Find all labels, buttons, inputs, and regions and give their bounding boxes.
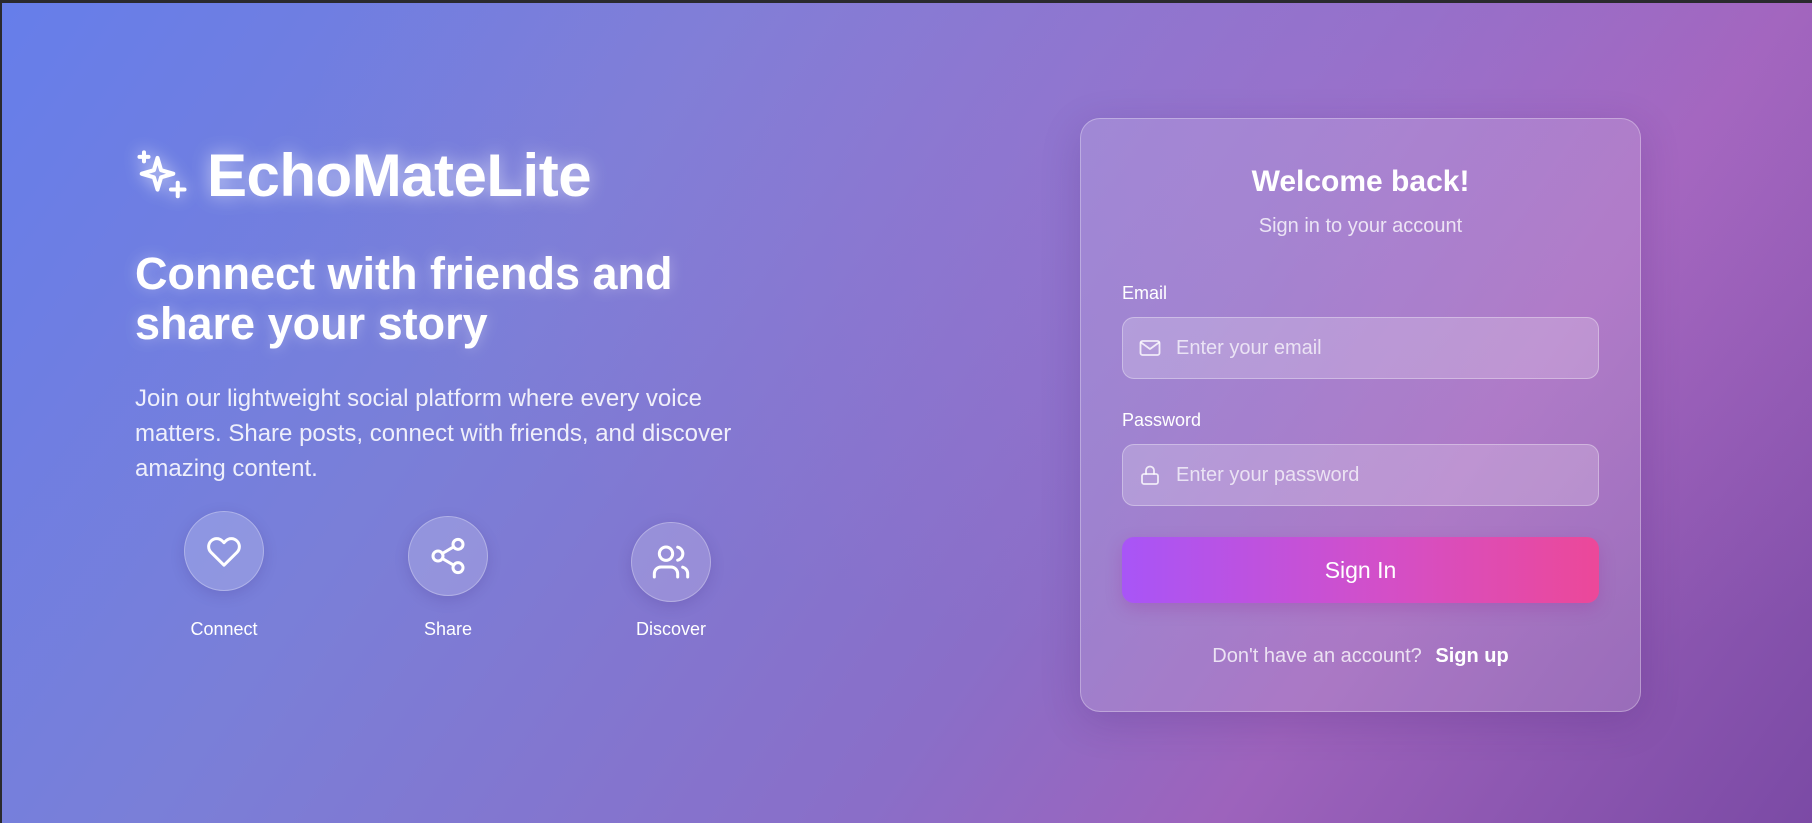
card-subtitle: Sign in to your account: [1258, 215, 1463, 237]
brand: EchoMateLite: [135, 141, 592, 210]
brand-name: EchoMateLite: [207, 142, 592, 209]
login-card: Welcome back! Sign in to your account Em…: [1080, 118, 1641, 712]
card-title: Welcome back!: [1251, 165, 1470, 198]
mail-icon: [1138, 336, 1162, 360]
hero-description: Join our lightweight social platform whe…: [135, 385, 732, 482]
feature-share: Share: [378, 516, 518, 640]
sparkles-icon: [135, 149, 189, 203]
password-field-wrapper: [1122, 444, 1599, 506]
sign-up-link[interactable]: Sign up: [1435, 645, 1508, 667]
feature-label: Connect: [190, 619, 258, 639]
users-icon: [631, 522, 711, 602]
lock-icon: [1138, 463, 1162, 487]
email-field-wrapper: [1122, 317, 1599, 379]
sign-in-button[interactable]: Sign In: [1122, 537, 1599, 603]
feature-label: Discover: [635, 619, 706, 639]
heart-icon: [184, 511, 264, 591]
signup-prompt: Don't have an account?: [1212, 645, 1422, 667]
login-page: EchoMateLite Connect with friends and sh…: [2, 3, 1812, 823]
password-input[interactable]: [1176, 463, 1598, 487]
email-input[interactable]: [1176, 336, 1598, 360]
feature-discover: Discover: [601, 522, 741, 640]
feature-connect: Connect: [154, 511, 294, 640]
share-icon: [408, 516, 488, 596]
feature-label: Share: [423, 619, 473, 639]
email-label: Email: [1122, 283, 1168, 303]
password-label: Password: [1122, 410, 1202, 430]
hero-tagline: Connect with friends and share your stor…: [135, 248, 673, 349]
signup-row: Don't have an account? Sign up: [1081, 645, 1640, 668]
feature-list: Connect Share Discover: [135, 511, 755, 651]
